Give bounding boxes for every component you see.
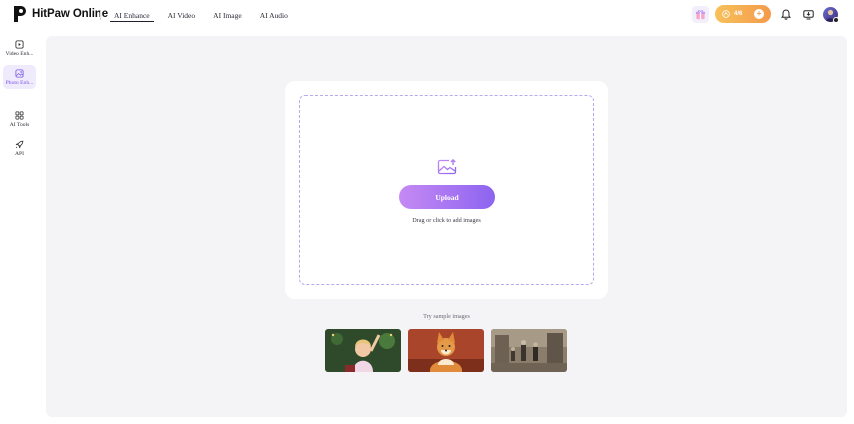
brand-logo[interactable]: HitPaw Online bbox=[12, 5, 108, 23]
sidebar-item-api[interactable]: API bbox=[3, 136, 36, 160]
sample-images bbox=[325, 329, 567, 372]
sidebar-item-label: AI Tools bbox=[9, 121, 30, 128]
sidebar-item-photo-enhancer[interactable]: Photo Enh... bbox=[3, 65, 36, 89]
drop-zone[interactable]: Upload Drag or click to add images bbox=[299, 95, 594, 285]
sample-dog-image bbox=[408, 329, 484, 372]
workspace-canvas: Upload Drag or click to add images Try s… bbox=[46, 36, 847, 417]
sidebar-item-label: Video Enh... bbox=[5, 50, 34, 57]
samples-label: Try sample images bbox=[423, 313, 470, 320]
rocket-icon bbox=[15, 140, 24, 148]
sidebar-item-video-enhancer[interactable]: Video Enh... bbox=[3, 36, 36, 60]
notifications-button[interactable] bbox=[777, 6, 794, 23]
video-enhance-icon bbox=[15, 39, 24, 49]
image-upload-icon bbox=[437, 159, 457, 175]
nav-ai-image[interactable]: AI Image bbox=[209, 0, 246, 30]
nav-ai-audio[interactable]: AI Audio bbox=[256, 0, 292, 30]
photo-enhance-icon bbox=[15, 68, 24, 78]
sample-girl[interactable] bbox=[325, 329, 401, 372]
grid-icon bbox=[15, 111, 24, 119]
download-icon bbox=[803, 9, 814, 19]
credits-count: 4/6 bbox=[734, 11, 743, 17]
hitpaw-logo-icon bbox=[14, 6, 26, 22]
gift-icon bbox=[695, 10, 706, 20]
sample-girl-image bbox=[325, 329, 401, 372]
nav-ai-video[interactable]: AI Video bbox=[164, 0, 200, 30]
upload-card: Upload Drag or click to add images bbox=[285, 81, 608, 299]
sidebar-item-label: Photo Enh... bbox=[5, 79, 34, 86]
main-nav: AI Enhance AI Video AI Image AI Audio bbox=[110, 0, 302, 30]
brand-name: HitPaw Online bbox=[32, 8, 109, 20]
coin-icon bbox=[722, 10, 730, 18]
avatar-status-badge bbox=[833, 17, 839, 23]
plus-icon[interactable]: + bbox=[754, 9, 764, 19]
sample-old-photo-image bbox=[491, 329, 567, 372]
bell-icon bbox=[780, 9, 791, 20]
credits-pill[interactable]: 4/6 + bbox=[715, 5, 771, 23]
upload-button[interactable]: Upload bbox=[399, 185, 495, 209]
drop-hint-text: Drag or click to add images bbox=[412, 217, 481, 224]
sidebar-item-label: API bbox=[14, 150, 24, 157]
sidebar-item-ai-tools[interactable]: AI Tools bbox=[3, 107, 36, 131]
sample-old-photo[interactable] bbox=[491, 329, 567, 372]
gift-button[interactable] bbox=[692, 6, 709, 23]
nav-ai-enhance[interactable]: AI Enhance bbox=[110, 0, 154, 30]
sample-dog[interactable] bbox=[408, 329, 484, 372]
top-header: HitPaw Online AI Enhance AI Video AI Ima… bbox=[0, 0, 854, 30]
header-divider bbox=[100, 10, 101, 20]
download-app-button[interactable] bbox=[800, 6, 817, 23]
